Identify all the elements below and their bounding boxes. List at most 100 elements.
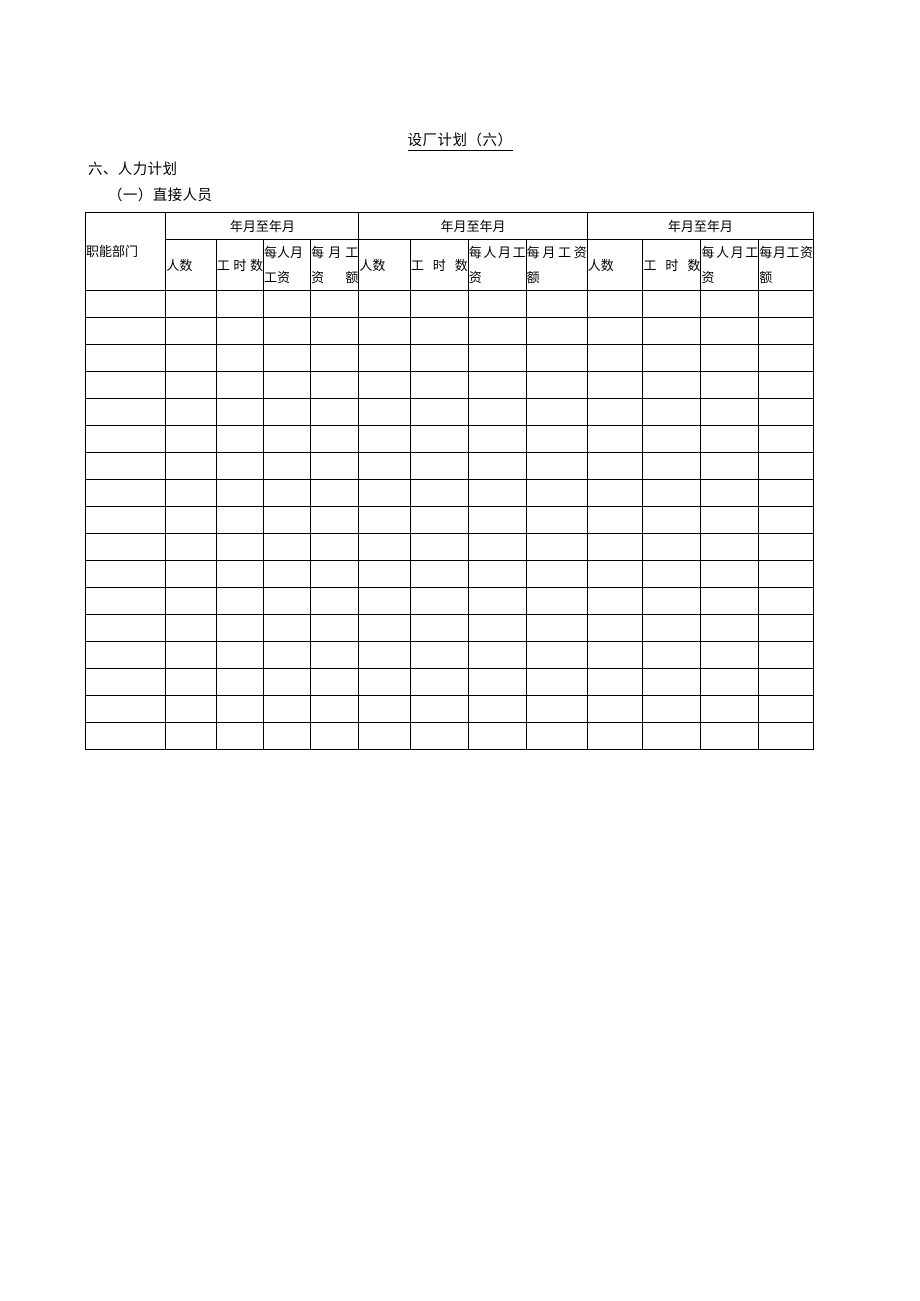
table-cell[interactable] (215, 668, 264, 696)
table-cell[interactable] (358, 641, 411, 669)
table-cell[interactable] (525, 479, 588, 507)
table-cell[interactable] (262, 344, 312, 372)
table-cell[interactable] (467, 371, 527, 399)
table-cell[interactable] (409, 506, 469, 534)
table-cell[interactable] (358, 452, 411, 480)
table-cell[interactable] (642, 290, 702, 318)
table-cell[interactable] (409, 344, 469, 372)
table-cell[interactable] (215, 641, 264, 669)
table-cell[interactable] (758, 506, 814, 534)
table-cell[interactable] (310, 452, 360, 480)
table-cell[interactable] (262, 722, 312, 750)
table-cell[interactable] (165, 587, 217, 615)
table-cell[interactable] (525, 722, 588, 750)
table-cell[interactable] (642, 722, 702, 750)
table-cell[interactable] (642, 479, 702, 507)
table-cell[interactable] (758, 344, 814, 372)
table-cell[interactable] (165, 479, 217, 507)
table-cell[interactable] (525, 290, 588, 318)
table-cell[interactable] (758, 398, 814, 426)
table-cell[interactable] (409, 398, 469, 426)
table-cell[interactable] (310, 344, 360, 372)
table-cell[interactable] (262, 452, 312, 480)
table-cell-department[interactable] (84, 344, 167, 372)
table-cell[interactable] (409, 560, 469, 588)
table-cell[interactable] (165, 317, 217, 345)
table-cell[interactable] (700, 695, 760, 723)
table-cell[interactable] (358, 344, 411, 372)
table-cell[interactable] (262, 398, 312, 426)
table-cell[interactable] (165, 290, 217, 318)
table-cell[interactable] (262, 290, 312, 318)
table-cell[interactable] (358, 695, 411, 723)
table-cell[interactable] (215, 506, 264, 534)
table-cell[interactable] (409, 371, 469, 399)
table-cell[interactable] (642, 668, 702, 696)
table-cell[interactable] (358, 425, 411, 453)
table-cell[interactable] (700, 506, 760, 534)
table-cell[interactable] (165, 425, 217, 453)
table-cell[interactable] (642, 398, 702, 426)
table-cell[interactable] (409, 479, 469, 507)
table-cell[interactable] (700, 371, 760, 399)
table-cell[interactable] (758, 722, 814, 750)
table-cell[interactable] (409, 668, 469, 696)
table-cell[interactable] (165, 452, 217, 480)
table-cell-department[interactable] (84, 641, 167, 669)
table-cell[interactable] (586, 344, 644, 372)
table-cell[interactable] (409, 641, 469, 669)
table-cell[interactable] (310, 371, 360, 399)
table-cell[interactable] (215, 614, 264, 642)
table-cell[interactable] (165, 506, 217, 534)
table-cell[interactable] (310, 290, 360, 318)
table-cell[interactable] (358, 398, 411, 426)
table-cell[interactable] (165, 695, 217, 723)
table-cell[interactable] (262, 560, 312, 588)
table-cell[interactable] (310, 641, 360, 669)
table-cell[interactable] (215, 560, 264, 588)
table-cell[interactable] (700, 614, 760, 642)
table-cell[interactable] (642, 533, 702, 561)
table-cell[interactable] (358, 479, 411, 507)
table-cell[interactable] (409, 614, 469, 642)
table-cell[interactable] (310, 695, 360, 723)
table-cell[interactable] (525, 344, 588, 372)
table-cell[interactable] (262, 479, 312, 507)
table-cell[interactable] (262, 371, 312, 399)
table-cell[interactable] (700, 398, 760, 426)
table-cell[interactable] (165, 371, 217, 399)
table-cell[interactable] (700, 641, 760, 669)
table-cell[interactable] (586, 587, 644, 615)
table-cell[interactable] (358, 560, 411, 588)
table-cell[interactable] (262, 317, 312, 345)
table-cell[interactable] (310, 587, 360, 615)
table-cell[interactable] (467, 290, 527, 318)
table-cell-department[interactable] (84, 425, 167, 453)
table-cell-department[interactable] (84, 587, 167, 615)
table-cell[interactable] (700, 668, 760, 696)
table-cell[interactable] (525, 425, 588, 453)
table-cell[interactable] (310, 398, 360, 426)
table-cell[interactable] (525, 668, 588, 696)
table-cell[interactable] (310, 506, 360, 534)
table-cell[interactable] (467, 344, 527, 372)
table-cell[interactable] (165, 722, 217, 750)
table-cell[interactable] (467, 722, 527, 750)
table-cell[interactable] (586, 560, 644, 588)
table-cell[interactable] (467, 398, 527, 426)
table-cell-department[interactable] (84, 614, 167, 642)
table-cell[interactable] (642, 371, 702, 399)
table-cell[interactable] (358, 317, 411, 345)
table-cell-department[interactable] (84, 533, 167, 561)
table-cell-department[interactable] (84, 695, 167, 723)
table-cell[interactable] (586, 614, 644, 642)
table-cell-department[interactable] (84, 560, 167, 588)
table-cell[interactable] (310, 425, 360, 453)
table-cell[interactable] (215, 695, 264, 723)
table-cell[interactable] (642, 587, 702, 615)
table-cell[interactable] (758, 479, 814, 507)
table-cell[interactable] (262, 695, 312, 723)
table-cell[interactable] (758, 641, 814, 669)
table-cell[interactable] (358, 587, 411, 615)
table-cell[interactable] (467, 479, 527, 507)
